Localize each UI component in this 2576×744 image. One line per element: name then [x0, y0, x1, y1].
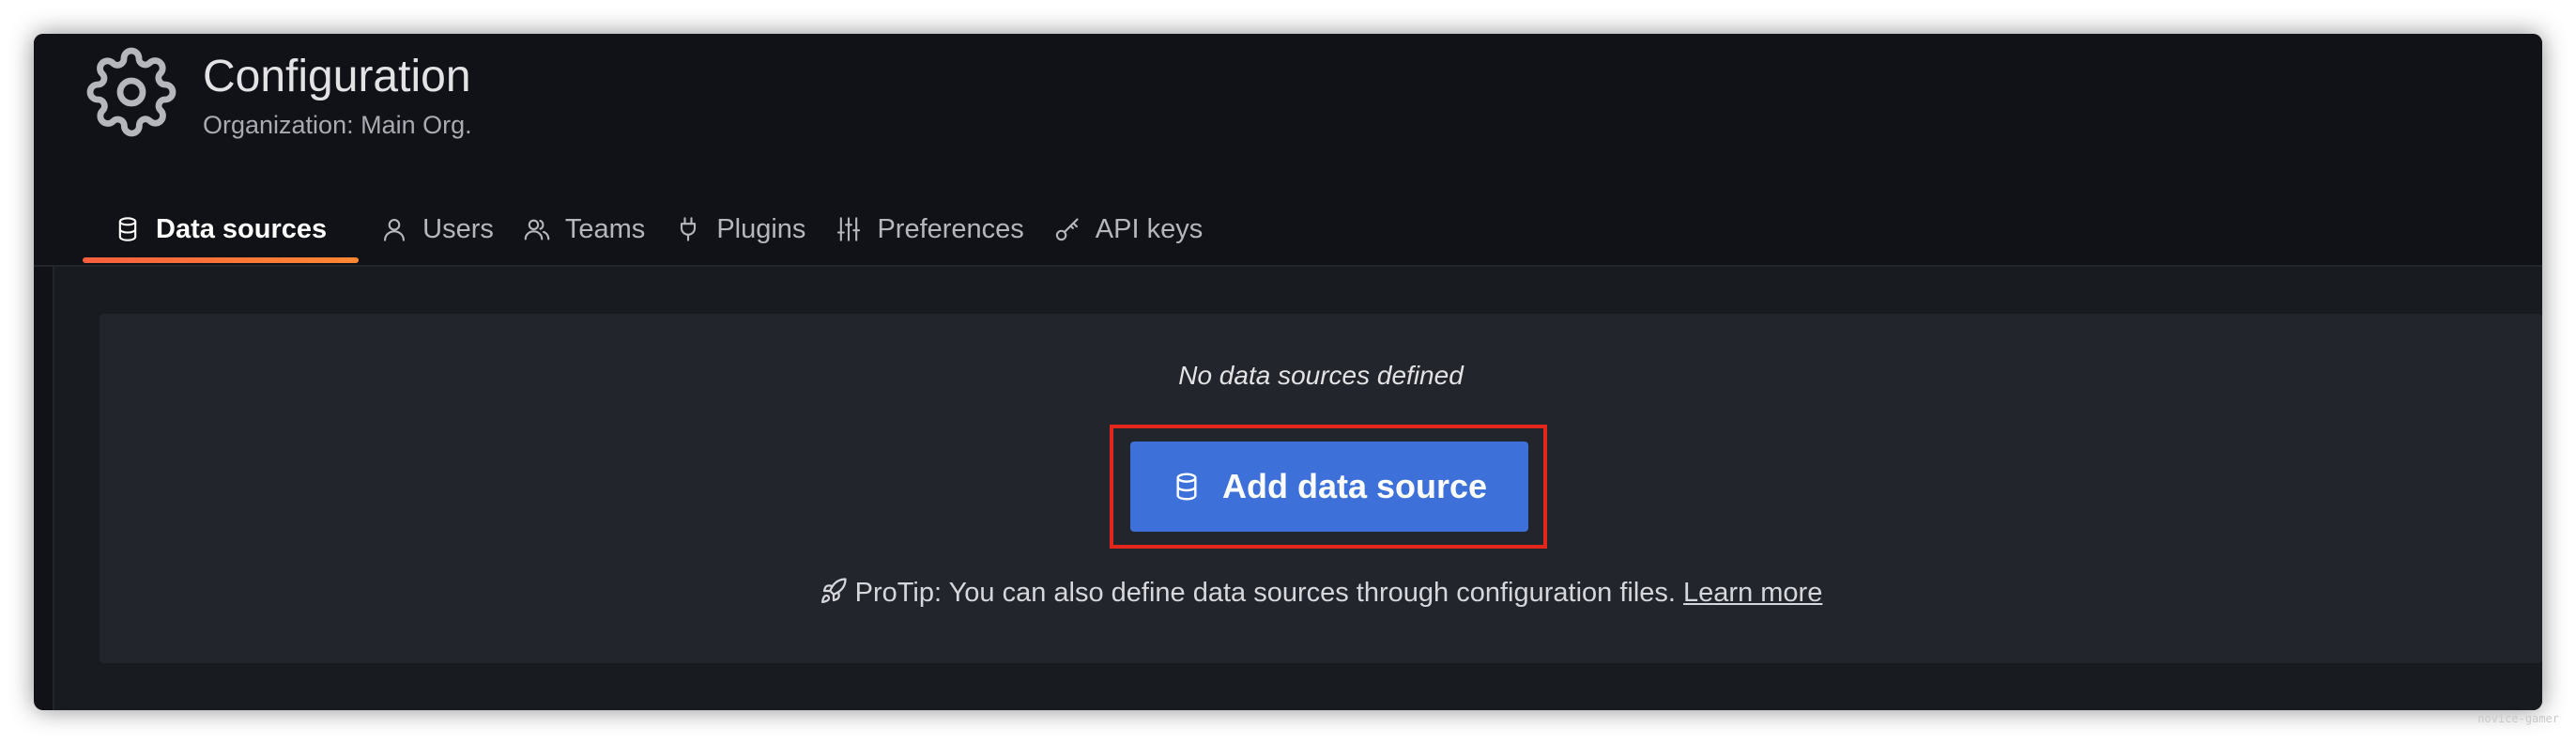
database-icon — [118, 217, 137, 241]
gear-icon — [86, 47, 176, 137]
tab-label: Preferences — [877, 213, 1024, 244]
tab-label: Data sources — [156, 213, 328, 244]
key-icon — [1055, 218, 1079, 241]
rocket-icon — [820, 578, 847, 603]
page-subtitle: Organization: Main Org. — [203, 111, 472, 139]
tab-users[interactable]: Users — [381, 195, 494, 263]
page-title: Configuration — [203, 52, 471, 101]
tab-plugins[interactable]: Plugins — [675, 195, 805, 263]
tab-label: API keys — [1095, 213, 1204, 244]
tab-data-sources[interactable]: Data sources — [83, 195, 360, 263]
user-icon — [384, 219, 406, 241]
page-header: Configuration Organization: Main Org. Da… — [34, 34, 2542, 265]
tab-label: Plugins — [716, 213, 806, 244]
protip: ProTip: You can also define data sources… — [100, 577, 2542, 609]
plug-icon — [681, 217, 697, 241]
users-icon — [524, 219, 550, 240]
protip-text: ProTip: You can also define data sources… — [854, 578, 1676, 608]
tab-label: Teams — [564, 213, 646, 244]
tab-preferences[interactable]: Preferences — [836, 195, 1024, 263]
tab-bar: Data sources Users Teams Plugins Prefere… — [83, 195, 1233, 263]
add-data-source-button[interactable]: Add data source — [1130, 442, 1528, 532]
sliders-icon — [837, 217, 861, 241]
tab-teams[interactable]: Teams — [524, 195, 645, 263]
database-icon — [1176, 473, 1197, 501]
learn-more-link[interactable]: Learn more — [1683, 578, 1822, 608]
empty-state-message: No data sources defined — [1178, 361, 1464, 390]
tab-api-keys[interactable]: API keys — [1054, 195, 1203, 263]
add-data-source-label: Add data source — [1221, 467, 1488, 505]
tab-label: Users — [422, 213, 494, 244]
app-window: Configuration Organization: Main Org. Da… — [34, 34, 2542, 710]
watermark: novice-gamer — [2477, 712, 2559, 725]
